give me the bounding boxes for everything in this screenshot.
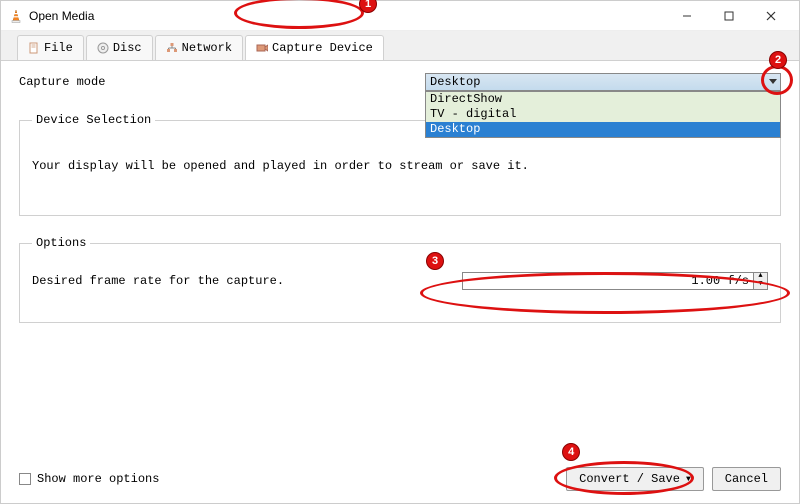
dialog-footer: Show more options Convert / Save ▼ Cance… — [19, 467, 781, 491]
tab-label: Disc — [113, 41, 142, 55]
annotation-badge-2: 2 — [769, 51, 787, 69]
capture-mode-label: Capture mode — [19, 75, 105, 89]
capture-mode-row: Capture mode Desktop DirectShow TV - dig… — [19, 73, 781, 91]
disc-icon — [97, 42, 109, 54]
capture-panel: Capture mode Desktop DirectShow TV - dig… — [1, 61, 799, 323]
network-icon — [166, 42, 178, 54]
show-more-label: Show more options — [37, 472, 159, 486]
chevron-down-icon[interactable] — [767, 75, 779, 89]
window-title: Open Media — [29, 9, 667, 23]
option-directshow[interactable]: DirectShow — [426, 92, 780, 107]
capture-mode-select[interactable]: Desktop DirectShow TV - digital Desktop — [425, 73, 781, 91]
convert-save-button[interactable]: Convert / Save ▼ — [566, 467, 704, 491]
source-tabs: File Disc Network Capture Device 1 — [1, 31, 799, 61]
spinner-down[interactable]: ▼ — [754, 281, 767, 289]
option-desktop[interactable]: Desktop — [426, 122, 780, 137]
option-tv-digital[interactable]: TV - digital — [426, 107, 780, 122]
tab-label: Capture Device — [272, 41, 373, 55]
tab-label: Network — [182, 41, 232, 55]
fps-label: Desired frame rate for the capture. — [32, 274, 284, 288]
vlc-cone-icon — [9, 9, 23, 23]
tab-capture-device[interactable]: Capture Device — [245, 35, 384, 60]
checkbox-icon[interactable] — [19, 473, 31, 485]
capture-mode-value: Desktop — [425, 73, 781, 91]
tab-disc[interactable]: Disc — [86, 35, 153, 60]
options-group: Options Desired frame rate for the captu… — [19, 236, 781, 323]
capture-icon — [256, 42, 268, 54]
convert-save-label: Convert / Save — [579, 472, 680, 486]
spinner-buttons: ▲ ▼ — [754, 272, 768, 290]
titlebar: Open Media — [1, 1, 799, 31]
footer-buttons: Convert / Save ▼ Cancel 4 — [566, 467, 781, 491]
device-selection-legend: Device Selection — [32, 113, 155, 127]
close-button[interactable] — [751, 3, 791, 29]
file-icon — [28, 42, 40, 54]
show-more-options[interactable]: Show more options — [19, 472, 159, 486]
annotation-badge-4: 4 — [562, 443, 580, 461]
options-legend: Options — [32, 236, 90, 250]
capture-mode-options: DirectShow TV - digital Desktop — [425, 91, 781, 138]
open-media-window: Open Media File Disc — [0, 0, 800, 504]
chevron-down-icon: ▼ — [686, 475, 691, 484]
minimize-button[interactable] — [667, 3, 707, 29]
device-selection-description: Your display will be opened and played i… — [32, 159, 768, 173]
tab-label: File — [44, 41, 73, 55]
window-controls — [667, 3, 791, 29]
fps-input[interactable] — [462, 272, 754, 290]
maximize-button[interactable] — [709, 3, 749, 29]
fps-spinner[interactable]: ▲ ▼ — [462, 272, 768, 290]
tab-network[interactable]: Network — [155, 35, 243, 60]
annotation-badge-3: 3 — [426, 252, 444, 270]
tab-file[interactable]: File — [17, 35, 84, 60]
cancel-button[interactable]: Cancel — [712, 467, 781, 491]
cancel-label: Cancel — [725, 472, 768, 486]
fps-row: Desired frame rate for the capture. ▲ ▼ — [32, 260, 768, 298]
